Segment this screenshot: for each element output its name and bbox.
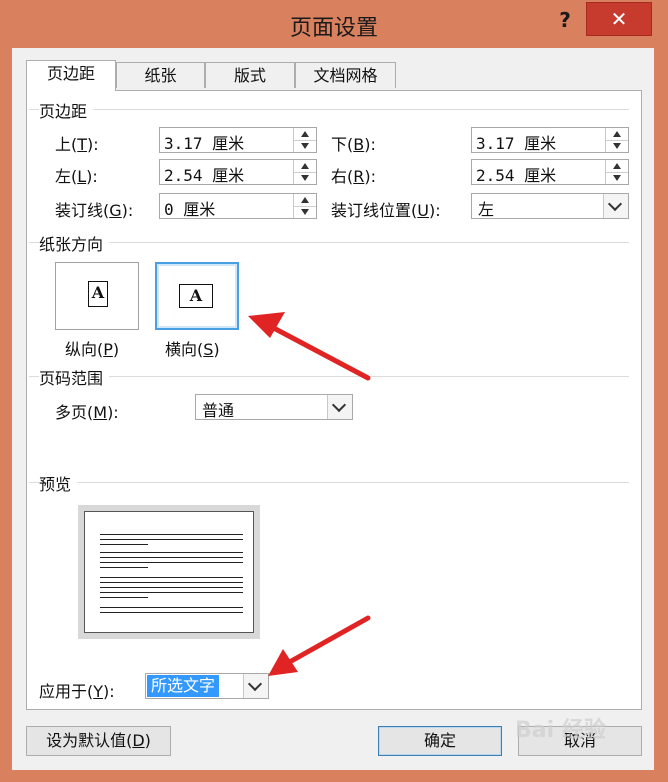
annotation-arrows (248, 312, 371, 676)
watermark-logo: Bai 经验 (515, 718, 606, 743)
annotation-arrow-icon (268, 615, 371, 676)
tab-margins[interactable]: 页边距 (26, 60, 116, 91)
page-setup-dialog: 页面设置 ? ✕ 页边距 纸张 版式 文档网格 页边距 上(T): 3.17 厘… (0, 0, 668, 782)
annotation-arrow-icon (248, 312, 371, 381)
